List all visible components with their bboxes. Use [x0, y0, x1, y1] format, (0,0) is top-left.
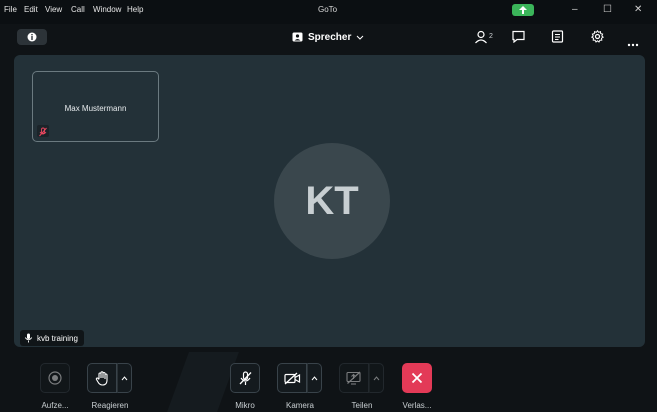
share-screen-button[interactable] [339, 363, 369, 393]
participant-count: 2 [489, 33, 493, 40]
view-mode-dropdown[interactable]: Sprecher [292, 30, 364, 44]
video-stage: Max Mustermann KT kvb training [14, 55, 645, 347]
more-options-button[interactable] [627, 34, 639, 52]
gear-icon [590, 29, 605, 43]
close-icon[interactable]: ✕ [634, 4, 642, 15]
up-arrow-icon [519, 6, 527, 14]
speaker-label: kvb training [20, 330, 84, 346]
camera-off-icon [283, 372, 300, 384]
camera-button[interactable] [277, 363, 307, 393]
share-label: Teilen [351, 401, 373, 410]
maximize-icon[interactable]: ☐ [603, 4, 612, 15]
info-icon [27, 32, 37, 42]
participant-tile[interactable]: Max Mustermann [32, 71, 159, 142]
minimize-icon[interactable]: – [572, 4, 578, 15]
participants-button[interactable] [474, 30, 488, 49]
chevron-down-icon [357, 35, 364, 40]
app-title: GoTo [318, 5, 338, 14]
status-indicator[interactable] [512, 4, 534, 16]
chevron-up-icon [373, 375, 380, 380]
menu-edit[interactable]: Edit [24, 5, 38, 14]
notes-icon [551, 30, 564, 43]
person-icon [475, 30, 487, 44]
record-icon [48, 371, 62, 385]
chevron-up-icon [311, 375, 318, 380]
microphone-icon [24, 333, 33, 343]
info-button[interactable] [17, 29, 47, 45]
view-mode-label: Sprecher [308, 31, 352, 43]
menu-file[interactable]: File [4, 5, 17, 14]
mic-off-icon [39, 127, 47, 137]
menu-help[interactable]: Help [127, 5, 143, 14]
microphone-label: Mikro [235, 401, 255, 410]
call-toolbar: Sprecher 2 [0, 24, 657, 50]
muted-indicator [37, 125, 49, 137]
menubar: File Edit View Call Window Help GoTo – ☐… [0, 0, 657, 24]
camera-options-button[interactable] [307, 363, 322, 393]
react-options-button[interactable] [117, 363, 132, 393]
react-button[interactable] [87, 363, 117, 393]
share-options-button[interactable] [369, 363, 384, 393]
close-icon [411, 372, 423, 384]
chat-icon [512, 30, 525, 44]
speaker-avatar: KT [274, 143, 390, 259]
react-label: Reagieren [91, 401, 129, 410]
chevron-up-icon [121, 375, 128, 380]
leave-button[interactable] [402, 363, 432, 393]
camera-label: Kamera [285, 401, 314, 410]
speaker-view-icon [292, 32, 303, 42]
mic-muted-icon [239, 370, 251, 385]
participant-name: Max Mustermann [64, 104, 127, 113]
more-icon [627, 43, 639, 47]
microphone-button[interactable] [230, 363, 260, 393]
menu-window[interactable]: Window [93, 5, 121, 14]
leave-label: Verlas... [402, 401, 432, 410]
share-screen-off-icon [346, 371, 361, 385]
record-button[interactable] [40, 363, 70, 393]
settings-button[interactable] [590, 29, 605, 48]
menu-call[interactable]: Call [71, 5, 85, 14]
raise-hand-icon [95, 370, 108, 386]
chat-button[interactable] [512, 30, 525, 48]
notes-button[interactable] [551, 30, 564, 48]
menu-view[interactable]: View [45, 5, 62, 14]
speaker-name: kvb training [37, 333, 78, 343]
record-label: Aufze... [41, 401, 69, 410]
